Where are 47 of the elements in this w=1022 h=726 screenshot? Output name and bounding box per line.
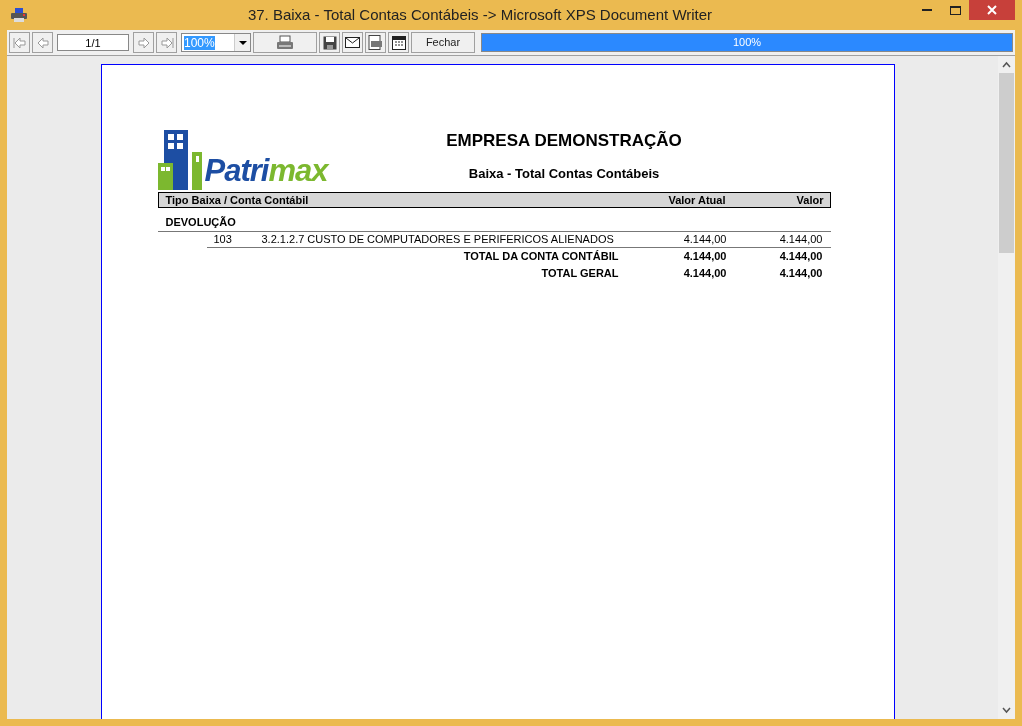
report-title: Baixa - Total Contas Contábeis: [468, 164, 660, 183]
logo-text: Patrimax: [204, 154, 328, 188]
calendar-icon: [391, 35, 406, 50]
zoom-value: 100%: [184, 35, 215, 50]
printer-icon: [276, 34, 294, 51]
close-button[interactable]: [969, 0, 1015, 20]
account-description: 3.2.1.2.7 CUSTO DE COMPUTADORES E PERIFERICOS ALIENADOS: [261, 232, 615, 248]
document-printer-icon: [368, 35, 383, 50]
first-page-button[interactable]: [9, 32, 30, 53]
save-button[interactable]: [319, 32, 340, 53]
valor-cell-text: 4.144,00: [778, 232, 824, 248]
next-page-icon: [136, 35, 151, 50]
valor-cell-text: 4.144,00: [778, 249, 824, 265]
subtotal-label: TOTAL DA CONTA CONTÁBIL: [462, 249, 620, 265]
progress-reading: 100%: [731, 35, 763, 50]
group-name: DEVOLUÇÃO: [165, 214, 236, 230]
minimize-icon: [922, 9, 932, 11]
window-title: 37. Baixa - Total Contas Contábeis -> Microsoft XPS Document Writer: [246, 4, 714, 25]
setup-button[interactable]: [388, 32, 409, 53]
fechar-button[interactable]: Fechar: [411, 32, 475, 53]
valor-cell-text: 4.144,00: [778, 266, 824, 282]
company-name: EMPRESA DEMONSTRAÇÃO: [446, 130, 682, 152]
previous-page-button[interactable]: [32, 32, 53, 53]
buildings-logo-icon: [157, 130, 204, 190]
previous-page-icon: [35, 35, 50, 50]
page-field[interactable]: 1/1: [57, 34, 129, 51]
email-button[interactable]: [342, 32, 363, 53]
grand-total-label: TOTAL GERAL: [540, 266, 620, 282]
scrollbar-thumb[interactable]: [999, 73, 1014, 253]
next-page-button[interactable]: [133, 32, 154, 53]
last-page-icon: [159, 35, 174, 50]
column-header: Valor: [795, 192, 825, 208]
maximize-icon: [949, 5, 961, 15]
valor-atual-cell-text: 4.144,00: [682, 249, 727, 265]
first-page-icon: [12, 35, 27, 50]
close-icon: [987, 5, 997, 15]
vertical-scrollbar[interactable]: [998, 56, 1015, 719]
envelope-icon: [345, 37, 360, 48]
print-button[interactable]: [253, 32, 317, 53]
column-header: Tipo Baixa / Conta Contábil: [164, 192, 310, 208]
valor-atual-cell-text: 4.144,00: [682, 232, 727, 248]
export-button[interactable]: [365, 32, 386, 53]
last-page-button[interactable]: [156, 32, 177, 53]
column-header: Valor Atual: [667, 192, 726, 208]
printer-icon: [11, 8, 27, 22]
valor-atual-cell-text: 4.144,00: [682, 266, 727, 282]
account-code: 103: [212, 232, 233, 248]
